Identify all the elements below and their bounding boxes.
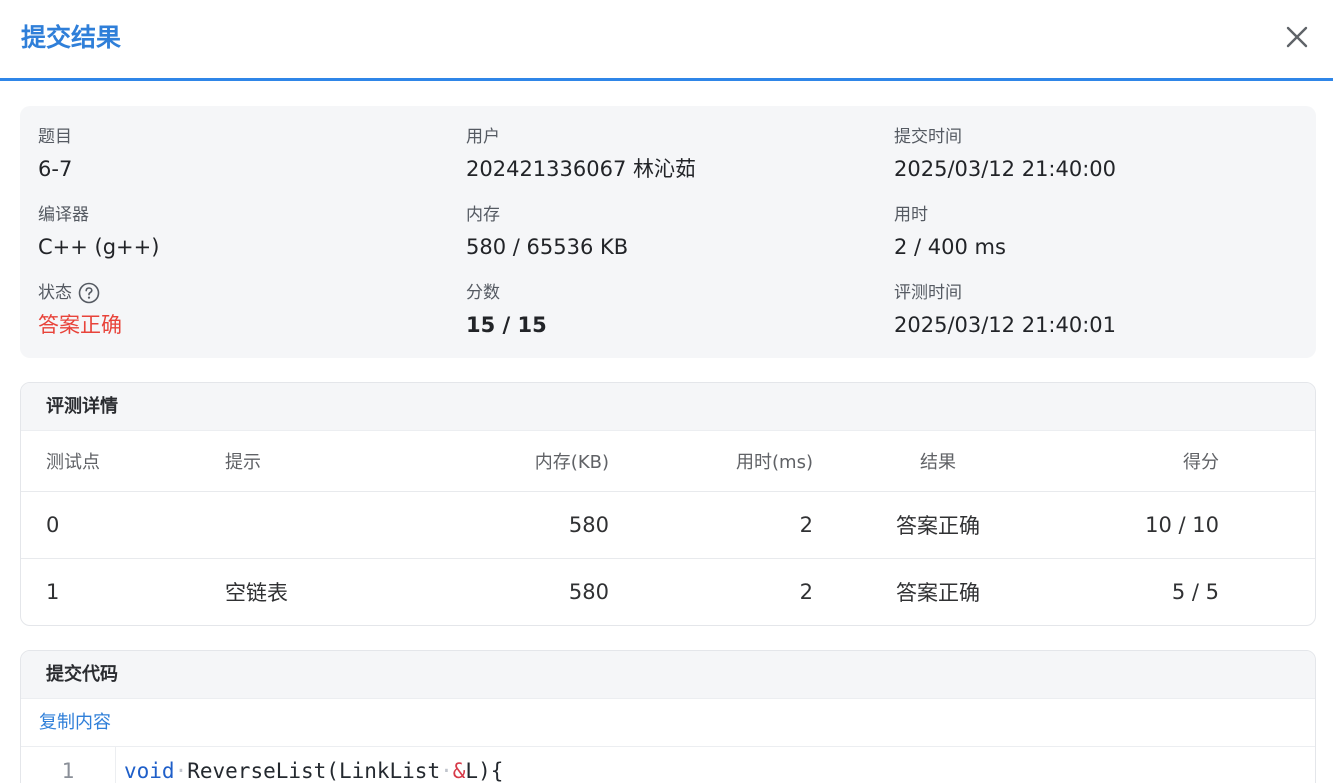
line-number: 1	[61, 759, 75, 783]
cell-score: 10 / 10	[1063, 491, 1315, 559]
info-value: 202421336067 林沁茹	[466, 157, 697, 181]
info-compiler: 编译器 C++ (g++)	[38, 203, 159, 262]
copy-content-button[interactable]: 复制内容	[39, 712, 111, 733]
code-function: ReverseList(LinkList	[187, 759, 441, 783]
info-judge-time: 评测时间 2025/03/12 21:40:01	[894, 281, 1116, 340]
whitespace-marker: ·	[174, 759, 188, 783]
code-text[interactable]: void·ReverseList(LinkList·&L){	[115, 747, 1315, 783]
info-score: 分数 15 / 15	[466, 281, 547, 340]
info-label: 内存	[466, 205, 500, 225]
column-header: 内存(KB)	[435, 431, 609, 492]
info-label: 编译器	[38, 205, 89, 225]
info-time: 用时 2 / 400 ms	[894, 203, 1006, 262]
info-label: 题目	[38, 127, 72, 147]
panel-title: 评测详情	[21, 383, 1315, 431]
info-value: 6-7	[38, 157, 73, 181]
panel-title: 提交代码	[21, 651, 1315, 699]
status-label-text: 状态	[38, 283, 72, 303]
close-button[interactable]	[1282, 22, 1312, 52]
whitespace-marker: ·	[440, 759, 453, 783]
info-label: 用时	[894, 205, 928, 225]
info-submit-time: 提交时间 2025/03/12 21:40:00	[894, 125, 1116, 184]
info-label: 用户	[466, 127, 500, 147]
info-label: 评测时间	[894, 283, 962, 303]
code-keyword: void	[124, 759, 175, 783]
cell-score: 5 / 5	[1171, 579, 1219, 604]
info-value: 2025/03/12 21:40:01	[894, 313, 1117, 337]
info-user: 用户 202421336067 林沁茹	[466, 125, 696, 184]
dialog-header: 提交结果	[0, 0, 1333, 81]
table-row: 0 580 2 答案正确 10 / 10	[21, 491, 1315, 559]
cell-result: 答案正确	[896, 580, 980, 605]
judge-details-panel: 评测详情 测试点 提示 内存(KB) 用时(ms) 结果 得分 0 580 2 …	[20, 382, 1316, 626]
info-label: 提交时间	[894, 127, 962, 147]
column-header: 得分	[1063, 431, 1315, 492]
cell-memory: 580	[435, 491, 609, 559]
column-header: 结果	[813, 431, 1063, 492]
submitted-code-panel: 提交代码 复制内容 1 void·ReverseList(LinkList·&L…	[20, 650, 1316, 783]
info-label: 分数	[466, 283, 500, 303]
info-label: 状态	[38, 281, 122, 305]
column-header: 提示	[225, 431, 435, 492]
cell-hint	[225, 491, 435, 559]
code-rest: L){	[465, 759, 504, 783]
status-badge: 答案正确	[38, 313, 122, 337]
info-status: 状态 答案正确	[38, 281, 122, 340]
info-value: 2025/03/12 21:40:00	[894, 157, 1117, 181]
info-problem: 题目 6-7	[38, 125, 72, 184]
cell-result: 答案正确	[813, 491, 1063, 559]
cell-hint: 空链表	[225, 580, 288, 605]
info-value: 2 / 400 ms	[894, 235, 1006, 259]
info-value: 15 / 15	[466, 313, 547, 337]
question-circle-icon[interactable]	[78, 282, 100, 304]
cell-time: 2	[609, 491, 813, 559]
column-header: 用时(ms)	[609, 431, 813, 492]
cell-test-id: 0	[21, 491, 225, 559]
cell-memory: 580	[568, 579, 609, 604]
table-header-row: 测试点 提示 内存(KB) 用时(ms) 结果 得分	[21, 431, 1315, 492]
dialog-title: 提交结果	[21, 23, 122, 52]
info-value: 580 / 65536 KB	[466, 235, 629, 259]
judge-table: 测试点 提示 内存(KB) 用时(ms) 结果 得分 0 580 2 答案正确 …	[21, 431, 1315, 625]
submission-info-card: 题目 6-7 用户 202421336067 林沁茹 提交时间 2025/03/…	[20, 106, 1316, 358]
column-header: 测试点	[21, 431, 225, 492]
copy-row: 复制内容	[21, 699, 1315, 747]
code-line: 1 void·ReverseList(LinkList·&L){	[21, 747, 1315, 783]
table-row: 1 空链表 580 2 答案正确 5 / 5	[21, 558, 1315, 625]
cell-test-id: 1	[46, 579, 60, 604]
cell-time: 2	[799, 579, 813, 604]
code-operator: &	[452, 759, 466, 783]
info-value: C++ (g++)	[38, 235, 160, 259]
close-icon	[1286, 26, 1308, 48]
info-memory: 内存 580 / 65536 KB	[466, 203, 628, 262]
